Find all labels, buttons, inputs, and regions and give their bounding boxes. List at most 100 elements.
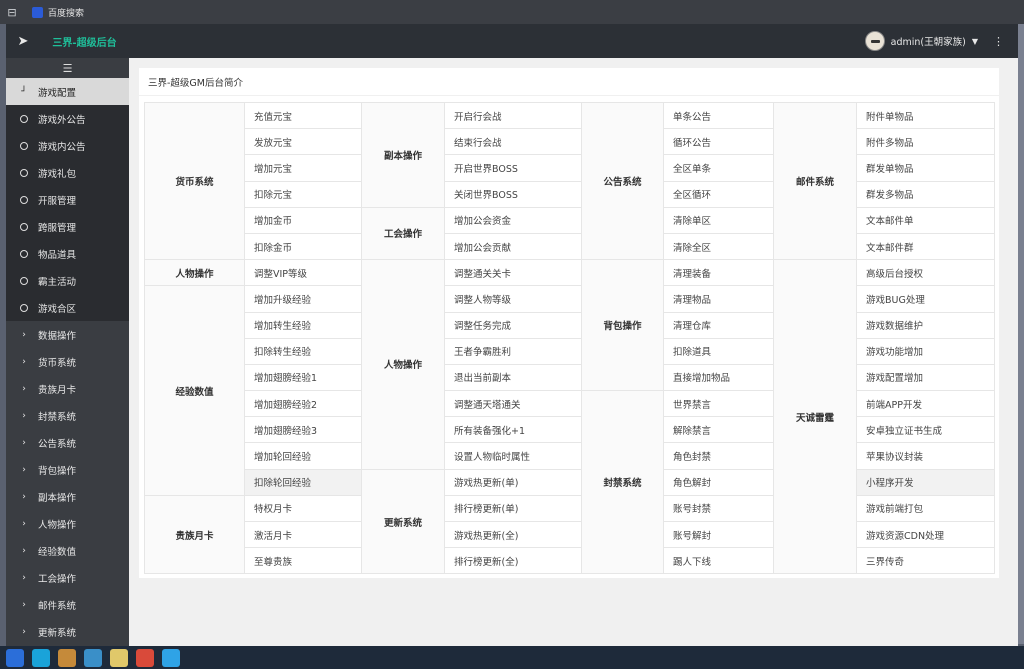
sidebar-item[interactable]: › 货币系统 — [6, 348, 129, 375]
category-cell: 人物操作 — [361, 259, 445, 470]
browser-tab-title: 百度搜索 — [48, 8, 85, 19]
sidebar-item[interactable]: › 邮件系统 — [6, 591, 129, 618]
feature-cell: 扣除金币 — [244, 232, 362, 261]
sidebar-item-label: 游戏合区 — [38, 303, 77, 315]
sidebar-item[interactable]: › 公告系统 — [6, 429, 129, 456]
desktop-background: ⊟ 百度搜索 ➤ 三界-超级后台 admin(王朝家族) ▼ ⋮ ☰ ┘ 游戏配置… — [0, 0, 1024, 669]
sidebar-item[interactable]: › 工会操作 — [6, 564, 129, 591]
sidebar-item[interactable]: › 更新系统 — [6, 618, 129, 645]
feature-cell: 开启行会战 — [444, 101, 582, 130]
feature-cell: 角色封禁 — [663, 442, 774, 470]
chrome-icon[interactable] — [136, 648, 154, 667]
notepad-icon[interactable] — [84, 648, 102, 667]
more-options-icon[interactable]: ⋮ — [993, 24, 1004, 58]
sidebar-item-label: 经验数值 — [38, 546, 77, 558]
chevron-right-icon: › — [22, 464, 26, 475]
table-row: 激活月卡 游戏热更新(全) 账号解封 游戏资源CDN处理 — [145, 520, 995, 549]
feature-cell: 直接增加物品 — [663, 363, 774, 392]
feature-cell: 扣除元宝 — [244, 180, 362, 208]
sidebar-item[interactable]: 游戏内公告 — [6, 132, 129, 159]
chevron-right-icon: › — [22, 383, 26, 394]
feature-cell: 调整任务完成 — [444, 311, 582, 339]
sidebar-item[interactable]: › 背包操作 — [6, 456, 129, 483]
sidebar-item[interactable]: › 封禁系统 — [6, 402, 129, 429]
feature-cell: 设置人物临时属性 — [444, 442, 582, 470]
qq-icon[interactable] — [110, 648, 128, 667]
feature-cell: 扣除轮回经验 — [244, 468, 362, 496]
chevron-right-icon: › — [22, 491, 26, 502]
feature-cell: 游戏BUG处理 — [856, 285, 995, 313]
sidebar-item-label: 游戏礼包 — [38, 168, 77, 180]
feature-cell: 文本邮件群 — [856, 232, 995, 261]
sidebar-item[interactable]: 霸主活动 — [6, 267, 129, 294]
feature-cell: 扣除道具 — [663, 337, 774, 365]
user-menu[interactable]: admin(王朝家族) ▼ — [864, 24, 978, 58]
table-row: 扣除转生经验 王者争霸胜利 扣除道具 游戏功能增加 — [145, 337, 995, 365]
feishu-icon[interactable] — [162, 648, 180, 667]
sidebar-item[interactable]: › 副本操作 — [6, 483, 129, 510]
taskbar — [0, 646, 1024, 669]
sidebar-item[interactable]: 跨服管理 — [6, 213, 129, 240]
feature-cell: 增加金币 — [244, 206, 362, 234]
feature-cell: 扣除转生经验 — [244, 337, 362, 365]
circle-icon — [20, 303, 28, 312]
sidebar-item[interactable]: 开服管理 — [6, 186, 129, 213]
tab-actions-icon[interactable]: ⊟ — [0, 0, 24, 24]
baidu-favicon-icon — [32, 6, 43, 18]
feature-cell: 特权月卡 — [244, 494, 362, 523]
sidebar-item-label: 副本操作 — [38, 492, 77, 504]
feature-cell: 角色解封 — [663, 468, 774, 496]
windows-start-icon[interactable] — [6, 648, 24, 667]
feature-cell: 循环公告 — [663, 128, 774, 156]
sidebar-item-label: 数据操作 — [38, 330, 77, 342]
menu-toggle-icon[interactable]: ☰ — [6, 58, 129, 78]
send-icon[interactable]: ➤ — [6, 24, 40, 58]
table-row: 扣除轮回经验 更新系统 游戏热更新(单) 角色解封 小程序开发 — [145, 468, 995, 575]
feature-cell: 游戏配置增加 — [856, 363, 995, 392]
feature-cell: 清理物品 — [663, 285, 774, 313]
category-cell: 邮件系统 — [773, 101, 857, 261]
feature-cell: 增加公会资金 — [444, 206, 582, 234]
category-cell: 工会操作 — [361, 206, 445, 261]
browser-tab[interactable]: 百度搜索 — [24, 0, 92, 24]
feature-cell: 账号封禁 — [663, 494, 774, 523]
feature-cell: 苹果协议封装 — [856, 442, 995, 470]
sidebar-item[interactable]: 游戏礼包 — [6, 159, 129, 186]
brand-title[interactable]: 三界-超级后台 — [40, 24, 129, 58]
sidebar-item[interactable]: › 人物操作 — [6, 510, 129, 537]
chevron-right-icon: › — [22, 518, 26, 529]
sidebar-item[interactable]: ┘ 游戏配置 — [6, 78, 129, 105]
category-cell: 人物操作 — [144, 259, 245, 287]
category-cell: 天诚雷霆 — [773, 259, 857, 575]
sidebar-item[interactable]: › 经验数值 — [6, 537, 129, 564]
sidebar-item[interactable]: › 数据操作 — [6, 321, 129, 348]
circle-icon — [20, 222, 28, 231]
feature-cell: 全区单条 — [663, 154, 774, 182]
sidebar-item[interactable]: 游戏合区 — [6, 294, 129, 321]
top-navbar: ➤ 三界-超级后台 admin(王朝家族) ▼ ⋮ — [6, 24, 1018, 58]
table-row: 增加元宝 开启世界BOSS 全区单条 群发单物品 — [145, 154, 995, 182]
feature-cell: 附件多物品 — [856, 128, 995, 156]
feature-cell: 高级后台授权 — [856, 259, 995, 287]
category-cell: 封禁系统 — [581, 390, 664, 575]
feature-cell: 王者争霸胜利 — [444, 337, 582, 365]
feature-cell: 全区循环 — [663, 180, 774, 208]
chevron-right-icon: › — [22, 626, 26, 637]
table-row: 增加转生经验 调整任务完成 清理仓库 游戏数据维护 — [145, 311, 995, 339]
feature-cell: 踢人下线 — [663, 547, 774, 575]
chevron-right-icon: › — [22, 410, 26, 421]
sidebar-item[interactable]: 物品道具 — [6, 240, 129, 267]
avatar — [864, 31, 885, 51]
sidebar-item-label: 更新系统 — [38, 627, 77, 639]
sidebar-item[interactable]: 游戏外公告 — [6, 105, 129, 132]
category-cell: 货币系统 — [144, 101, 245, 261]
sidebar-item-label: 霸主活动 — [38, 276, 77, 288]
feature-cell: 增加转生经验 — [244, 311, 362, 339]
feature-cell: 增加升级经验 — [244, 285, 362, 313]
table-row: 扣除元宝 关闭世界BOSS 全区循环 群发多物品 — [145, 180, 995, 208]
feature-cell: 增加翅膀经验3 — [244, 416, 362, 444]
chevron-right-icon: › — [22, 329, 26, 340]
sidebar-item[interactable]: › 贵族月卡 — [6, 375, 129, 402]
edge-browser-icon[interactable] — [32, 648, 50, 667]
app-icon[interactable] — [58, 648, 76, 667]
